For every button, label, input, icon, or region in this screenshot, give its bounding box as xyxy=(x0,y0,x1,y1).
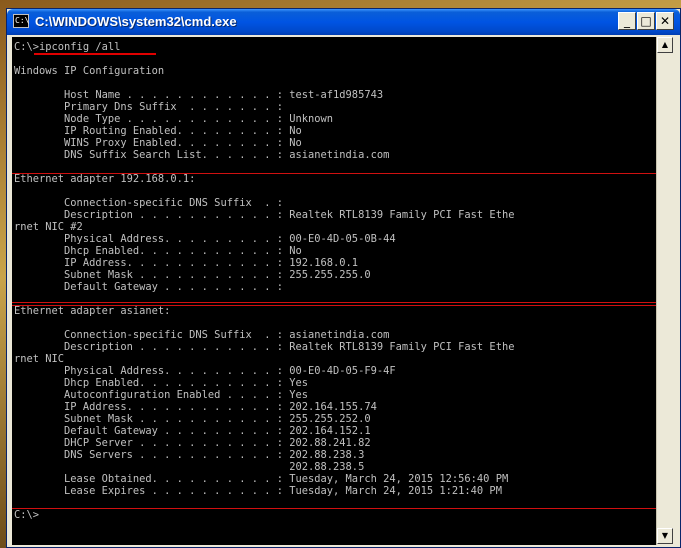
command-underline-annotation xyxy=(34,53,156,55)
console-line: WINS Proxy Enabled. . . . . . . . : No xyxy=(14,137,302,149)
console-line: DNS Suffix Search List. . . . . . : asia… xyxy=(14,149,390,161)
scroll-down-button[interactable]: ▼ xyxy=(657,528,673,544)
adapter-192-highlight-box xyxy=(12,173,656,303)
adapter-asianet-highlight-box xyxy=(12,305,656,509)
cmd-window: C:\ C:\WINDOWS\system32\cmd.exe _ □ ✕ C:… xyxy=(6,8,681,548)
cmd-app-icon[interactable]: C:\ xyxy=(13,14,29,28)
window-title: C:\WINDOWS\system32\cmd.exe xyxy=(35,14,237,29)
console-line: Host Name . . . . . . . . . . . . : test… xyxy=(14,89,384,101)
console-line: Primary Dns Suffix . . . . . . . : xyxy=(14,101,283,113)
scroll-up-button[interactable]: ▲ xyxy=(657,37,673,53)
console-line: Node Type . . . . . . . . . . . . : Unkn… xyxy=(14,113,334,125)
title-bar[interactable]: C:\ C:\WINDOWS\system32\cmd.exe _ □ ✕ xyxy=(7,9,680,35)
console-line: Windows IP Configuration xyxy=(14,65,165,77)
maximize-button[interactable]: □ xyxy=(637,12,655,30)
close-button[interactable]: ✕ xyxy=(656,12,674,30)
console-output[interactable]: C:\>ipconfig /all Windows IP Configuratio… xyxy=(12,37,656,545)
console-line: IP Routing Enabled. . . . . . . . : No xyxy=(14,125,302,137)
console-line: C:\> xyxy=(14,509,40,521)
console-line: C:\>ipconfig /all xyxy=(14,41,121,53)
minimize-button[interactable]: _ xyxy=(618,12,636,30)
vertical-scrollbar[interactable]: ▲ ▼ xyxy=(656,37,673,545)
